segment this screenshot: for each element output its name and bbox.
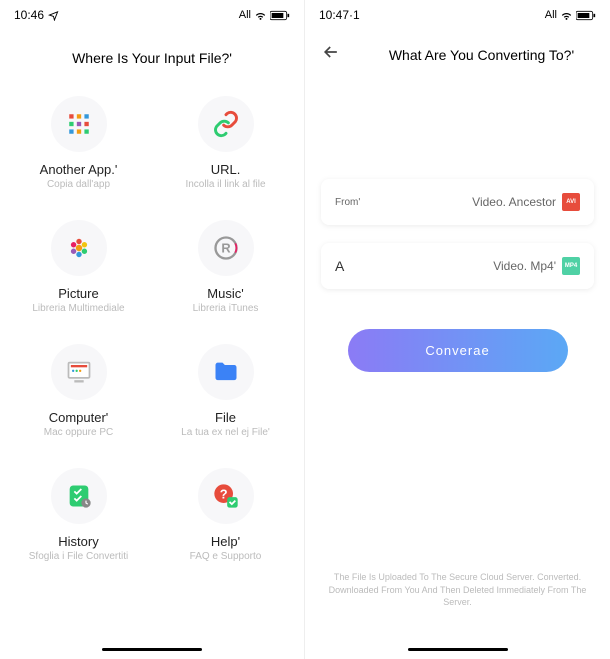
- source-url[interactable]: URL. Incolla il link al file: [157, 96, 294, 190]
- computer-icon: [51, 344, 107, 400]
- mp4-badge-icon: MP4: [562, 257, 580, 275]
- home-indicator[interactable]: [408, 648, 508, 651]
- svg-text:R: R: [221, 241, 230, 256]
- item-title: Computer': [49, 410, 109, 425]
- item-subtitle: Mac oppure PC: [44, 427, 113, 438]
- battery-icon: [270, 10, 290, 21]
- convert-option-mp4[interactable]: A Video. Mp4' MP4: [321, 243, 594, 289]
- page-title: Where Is Your Input File?': [0, 30, 304, 76]
- convert-to-label: Video. Mp4': [493, 259, 556, 273]
- item-subtitle: FAQ e Supporto: [190, 551, 262, 562]
- avi-badge-icon: AVI: [562, 193, 580, 211]
- source-grid: Another App.' Copia dall'app URL. Incoll…: [0, 76, 304, 582]
- item-title: History: [58, 534, 98, 549]
- page-title: What Are You Converting To?': [369, 47, 594, 63]
- status-bar: 10:47·1 All: [305, 0, 610, 30]
- history-icon: [51, 468, 107, 524]
- apps-icon: [51, 96, 107, 152]
- item-title: Another App.': [40, 162, 118, 177]
- item-subtitle: Copia dall'app: [47, 179, 110, 190]
- item-subtitle: Libreria Multimediale: [32, 303, 124, 314]
- convert-from: A: [335, 258, 344, 274]
- item-title: Help': [211, 534, 240, 549]
- convert-button[interactable]: Converae: [348, 329, 568, 372]
- back-button[interactable]: [321, 42, 341, 67]
- help-icon: ?: [198, 468, 254, 524]
- title-bar: What Are You Converting To?': [305, 30, 610, 79]
- screen-convert: 10:47·1 All What Are You Converting To?'…: [305, 0, 610, 659]
- item-subtitle: La tua ex nel ej File': [181, 427, 270, 438]
- status-time: 10:46: [14, 8, 44, 22]
- wifi-icon: [254, 9, 267, 22]
- item-subtitle: Libreria iTunes: [193, 303, 259, 314]
- home-indicator[interactable]: [102, 648, 202, 651]
- screen-source: 10:46 All Where Is Your Input File?' Ano…: [0, 0, 305, 659]
- item-subtitle: Incolla il link al file: [185, 179, 265, 190]
- source-picture[interactable]: Picture Libreria Multimediale: [10, 220, 147, 314]
- footer-text: The File Is Uploaded To The Secure Cloud…: [315, 571, 600, 609]
- battery-icon: [576, 10, 596, 21]
- source-history[interactable]: History Sfoglia i File Convertiti: [10, 468, 147, 562]
- convert-option-avi[interactable]: From' Video. Ancestor AVI: [321, 179, 594, 225]
- file-icon: [198, 344, 254, 400]
- item-subtitle: Sfoglia i File Convertiti: [29, 551, 128, 562]
- link-icon: [198, 96, 254, 152]
- status-time: 10:47·1: [319, 8, 360, 22]
- source-music[interactable]: R Music' Libreria iTunes: [157, 220, 294, 314]
- convert-list: From' Video. Ancestor AVI A Video. Mp4' …: [305, 79, 610, 392]
- item-title: URL.: [211, 162, 241, 177]
- status-network: All: [239, 9, 251, 21]
- source-another-app[interactable]: Another App.' Copia dall'app: [10, 96, 147, 190]
- music-icon: R: [198, 220, 254, 276]
- item-title: Music': [207, 286, 243, 301]
- item-title: File: [215, 410, 236, 425]
- status-network: All: [545, 9, 557, 21]
- svg-text:?: ?: [219, 486, 227, 501]
- status-bar: 10:46 All: [0, 0, 304, 30]
- picture-icon: [51, 220, 107, 276]
- location-icon: [48, 10, 59, 21]
- source-file[interactable]: File La tua ex nel ej File': [157, 344, 294, 438]
- source-help[interactable]: ? Help' FAQ e Supporto: [157, 468, 294, 562]
- convert-to-label: Video. Ancestor: [472, 195, 556, 209]
- convert-from: From': [335, 197, 360, 208]
- item-title: Picture: [58, 286, 98, 301]
- source-computer[interactable]: Computer' Mac oppure PC: [10, 344, 147, 438]
- wifi-icon: [560, 9, 573, 22]
